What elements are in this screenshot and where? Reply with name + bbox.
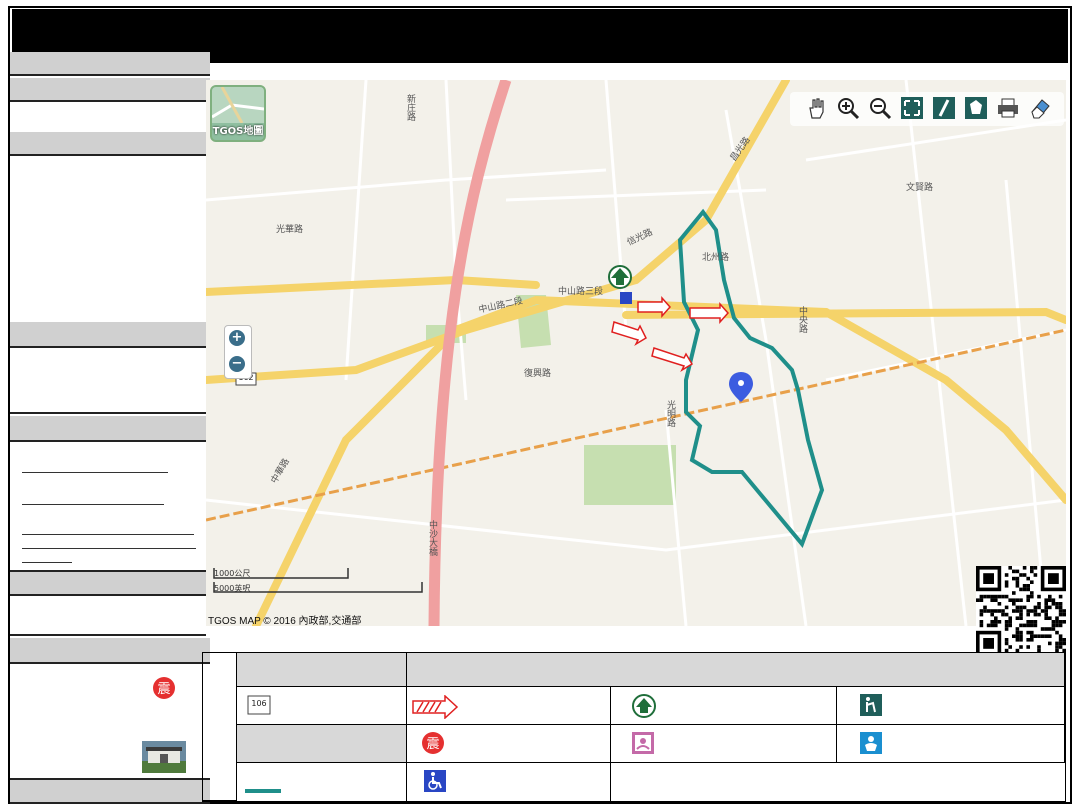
sidebar-section-header [10, 78, 210, 102]
nursing-room-icon [631, 731, 655, 759]
shelter-marker [608, 265, 632, 289]
wheelchair-icon [423, 769, 447, 797]
legend-column-header [407, 653, 1065, 687]
sidebar-section-header [10, 638, 210, 664]
legend-cell: 震 [407, 725, 611, 763]
map-canvas [206, 80, 1066, 626]
legend-cell [837, 725, 1065, 763]
legend-cell [237, 725, 407, 763]
zoom-control: + − [224, 325, 252, 379]
svg-text:震: 震 [157, 682, 170, 697]
zoom-in-button[interactable]: + [229, 330, 245, 346]
shelter-icon [631, 693, 657, 723]
sidebar-section-header [10, 778, 210, 804]
minor-roads [206, 80, 1066, 626]
sidebar-link[interactable] [22, 504, 164, 505]
sidebar-link[interactable] [22, 548, 196, 549]
legend-cell [837, 687, 1065, 725]
legend-cell [611, 687, 837, 725]
map-toolbar [790, 92, 1064, 126]
highway [428, 80, 512, 626]
baby-care-icon [859, 731, 883, 759]
divider [10, 412, 206, 414]
road-label: 中山路三段 [558, 287, 604, 297]
svg-text:震: 震 [426, 737, 439, 752]
eraser-icon[interactable] [1028, 96, 1052, 120]
boundary-line-icon [245, 780, 281, 799]
sidebar-link[interactable] [22, 472, 168, 473]
park-area [584, 445, 676, 505]
road-label: 光華路 [276, 225, 304, 235]
earthquake-icon: 震 [421, 731, 445, 759]
sidebar-section-header [10, 322, 210, 348]
building-photo [142, 741, 186, 773]
legend-cell [611, 725, 837, 763]
legend-cell [407, 763, 611, 801]
road-number-badge: 106 [251, 699, 267, 708]
legend-column-header [237, 653, 407, 687]
sidebar-link[interactable] [22, 562, 72, 563]
map-attribution: TGOS MAP © 2016 內政部,交通部 [208, 616, 362, 626]
road-label: 文賢路 [906, 183, 934, 193]
zoom-out-icon[interactable] [868, 96, 892, 120]
road-label: 中央路 [797, 306, 807, 333]
measure-icon[interactable] [932, 96, 956, 120]
road-label: 復興路 [524, 369, 552, 379]
sidebar-link[interactable] [22, 534, 194, 535]
evacuation-arrow-icon [411, 694, 459, 723]
print-icon[interactable] [996, 96, 1020, 120]
sidebar: 震 [10, 52, 210, 804]
elderly-care-icon [859, 693, 883, 721]
scale-imperial-label: 5000英呎 [214, 584, 251, 593]
zoom-out-button[interactable]: − [229, 356, 245, 372]
road-label: 北州路 [702, 253, 730, 263]
legend-cell: 106 [237, 687, 407, 725]
tgos-map-button[interactable]: TGOS地圖 [210, 85, 266, 142]
map-viewport[interactable]: 新庄路 光華路 中山路二段 中山路三段 信光路 昌光路 北州路 中沙大橋 中華路… [206, 80, 1066, 626]
sidebar-section-header [10, 132, 210, 156]
legend-cell [407, 687, 611, 725]
location-pin [729, 372, 753, 402]
legend-side-header [203, 653, 237, 801]
road-label: 光明路 [665, 400, 675, 427]
sidebar-section-header [10, 416, 210, 442]
legend-cell [237, 763, 407, 801]
road-label: 中沙大橋 [427, 520, 437, 556]
road-label: 新庄路 [405, 94, 415, 121]
full-extent-icon[interactable] [900, 96, 924, 120]
qr-code [976, 566, 1066, 656]
earthquake-icon: 震 [152, 676, 176, 704]
pan-icon[interactable] [804, 96, 828, 120]
wheelchair-marker [620, 292, 632, 304]
area-icon[interactable] [964, 96, 988, 120]
scale-metric-label: 1000公尺 [214, 569, 251, 578]
divider [10, 634, 206, 636]
legend-table: 106 震 [202, 652, 1066, 802]
sidebar-section-header [10, 570, 210, 596]
tgos-map-label: TGOS地圖 [212, 126, 264, 137]
sidebar-section-header [10, 52, 210, 76]
zoom-in-icon[interactable] [836, 96, 860, 120]
